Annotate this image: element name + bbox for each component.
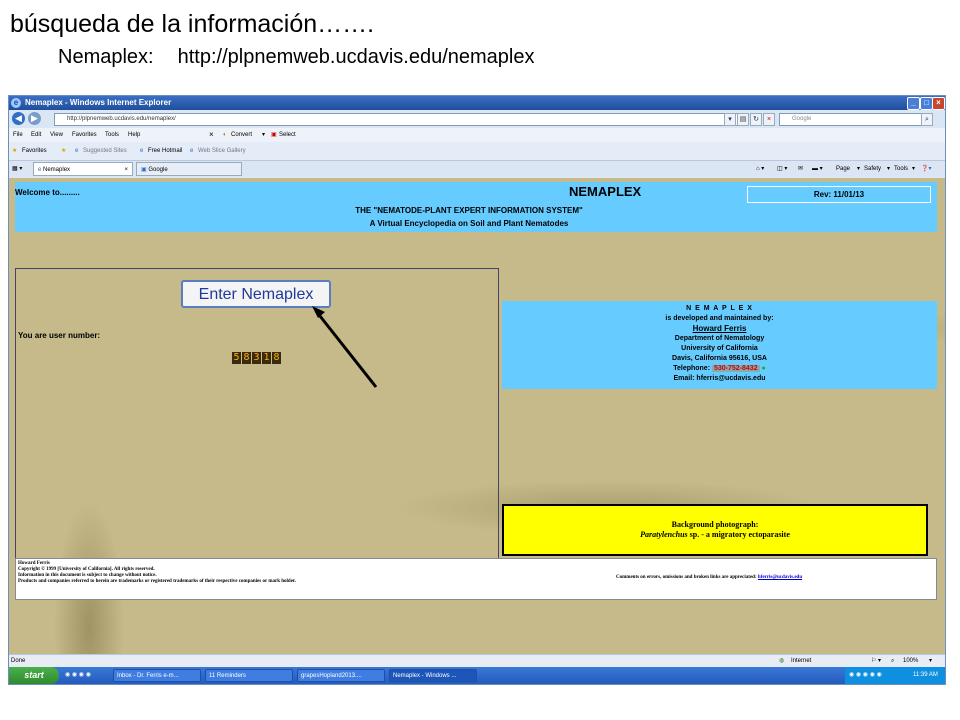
clock: 11:39 AM	[913, 672, 938, 678]
tools-menu[interactable]: Tools	[894, 161, 908, 177]
task-nemaplex[interactable]: Nemaplex - Windows ...	[389, 669, 477, 682]
arrow-line	[314, 310, 378, 388]
menu-view[interactable]: View	[50, 128, 63, 142]
favorites-bar: ★ Favorites ★ e Suggested Sites e Free H…	[9, 142, 945, 161]
arrow-head	[312, 306, 325, 318]
menu-help[interactable]: Help	[128, 128, 140, 142]
refresh-icon[interactable]: ↻	[750, 113, 762, 126]
tab-label: Nemaplex	[43, 167, 71, 173]
stop-icon[interactable]: ×	[763, 113, 775, 126]
menu-file[interactable]: File	[13, 128, 23, 142]
system-tray: ◉ ◉ ◉ ◉ ◉ 11:39 AM	[845, 667, 945, 684]
close-icon[interactable]: ×	[932, 97, 945, 110]
annotation-arrow	[312, 306, 378, 388]
safety-menu[interactable]: Safety	[864, 161, 881, 177]
address-bar-row: ◀ ▶ http://plpnemweb.ucdavis.edu/nemaple…	[9, 110, 945, 128]
convert-dropdown-icon[interactable]: ▾	[262, 128, 265, 142]
close-x-icon[interactable]: ×	[209, 128, 214, 142]
task-inbox[interactable]: Inbox - Dr. Ferris e-m...	[113, 669, 201, 682]
select-button[interactable]: Select	[279, 128, 296, 142]
window-titlebar: e Nemaplex - Windows Internet Explorer _…	[9, 96, 945, 110]
minimize-icon[interactable]: _	[907, 97, 920, 110]
tab-ie-icon: e	[38, 167, 42, 173]
gallery-icon: e	[190, 148, 194, 154]
taskbar: start ◉ ◉ ◉ ◉ Inbox - Dr. Ferris e-m... …	[9, 667, 945, 684]
dropdown-icon[interactable]: ▾	[724, 113, 736, 126]
search-input[interactable]: Google	[779, 113, 928, 126]
tab-google[interactable]: ▣ Google	[136, 162, 242, 176]
slide-title: búsqueda de la información…….	[10, 10, 375, 38]
tray-icons[interactable]: ◉ ◉ ◉ ◉ ◉	[849, 667, 882, 684]
home-icon[interactable]: ⌂ ▾	[756, 161, 764, 177]
subtitle-label: Nemaplex:	[58, 46, 154, 68]
hotmail-link[interactable]: Free Hotmail	[148, 142, 182, 160]
menu-bar: File Edit View Favorites Tools Help × ◐ …	[9, 128, 945, 142]
quicklaunch-icons[interactable]: ◉ ◉ ◉ ◉	[65, 667, 91, 684]
browser-window: e Nemaplex - Windows Internet Explorer _…	[8, 95, 946, 685]
search-icon[interactable]: ⌕	[921, 113, 933, 126]
suggested-icon: e	[75, 148, 79, 154]
task-grapes[interactable]: grapesHopland2013....	[297, 669, 385, 682]
mail-icon[interactable]: ✉	[798, 161, 803, 177]
favorites-button[interactable]: Favorites	[22, 142, 47, 160]
window-title: Nemaplex - Windows Internet Explorer	[25, 98, 172, 107]
web-slice-gallery-link[interactable]: Web Slice Gallery	[198, 142, 246, 160]
tab-google-icon: ▣	[141, 167, 147, 173]
address-input[interactable]: http://plpnemweb.ucdavis.edu/nemaplex/	[54, 113, 738, 126]
hotmail-icon: e	[140, 148, 144, 154]
convert-button[interactable]: Convert	[231, 128, 252, 142]
page-content: Welcome to......... NEMAPLEX Rev: 11/01/…	[9, 178, 945, 654]
feeds-icon[interactable]: ◫ ▾	[777, 161, 787, 177]
page-menu[interactable]: Page	[836, 161, 850, 177]
suggested-sites-link[interactable]: Suggested Sites	[83, 142, 127, 160]
quick-tabs-icon[interactable]: ▦ ▾	[12, 161, 22, 177]
select-icon: ▣	[271, 132, 277, 138]
menu-edit[interactable]: Edit	[31, 128, 41, 142]
back-icon[interactable]: ◀	[12, 112, 25, 125]
tab-nemaplex[interactable]: e Nemaplex ×	[33, 162, 133, 176]
status-bar: Done ◍ Internet ⚐ ▾ ⌕ 100% ▾	[9, 654, 945, 668]
forward-icon[interactable]: ▶	[28, 112, 41, 125]
tab-close-icon[interactable]: ×	[124, 163, 128, 177]
tab-bar: ▦ ▾ e Nemaplex × ▣ Google ⌂ ▾ ◫ ▾ ✉ ▬ ▾ …	[9, 161, 945, 177]
task-reminders[interactable]: 11 Reminders	[205, 669, 293, 682]
convert-icon: ◐	[223, 132, 227, 138]
add-favorite-icon[interactable]: ★	[61, 142, 66, 160]
start-button[interactable]: start	[9, 667, 59, 684]
menu-favorites[interactable]: Favorites	[72, 128, 97, 142]
menu-tools[interactable]: Tools	[105, 128, 119, 142]
print-icon[interactable]: ▬ ▾	[812, 161, 823, 177]
tab-label: Google	[148, 167, 168, 173]
favorites-star-icon: ★	[12, 148, 18, 154]
slide-subtitle: Nemaplex: http://plpnemweb.ucdavis.edu/ne…	[58, 46, 535, 69]
ie-logo-icon: e	[11, 98, 21, 108]
page-dropdown-icon[interactable]: ▾	[857, 161, 860, 177]
tools-dropdown-icon[interactable]: ▾	[912, 161, 915, 177]
subtitle-url: http://plpnemweb.ucdavis.edu/nemaplex	[177, 46, 535, 68]
compat-icon[interactable]: ▤	[737, 113, 749, 126]
safety-dropdown-icon[interactable]: ▾	[887, 161, 890, 177]
help-icon[interactable]: ❓▾	[921, 161, 931, 177]
